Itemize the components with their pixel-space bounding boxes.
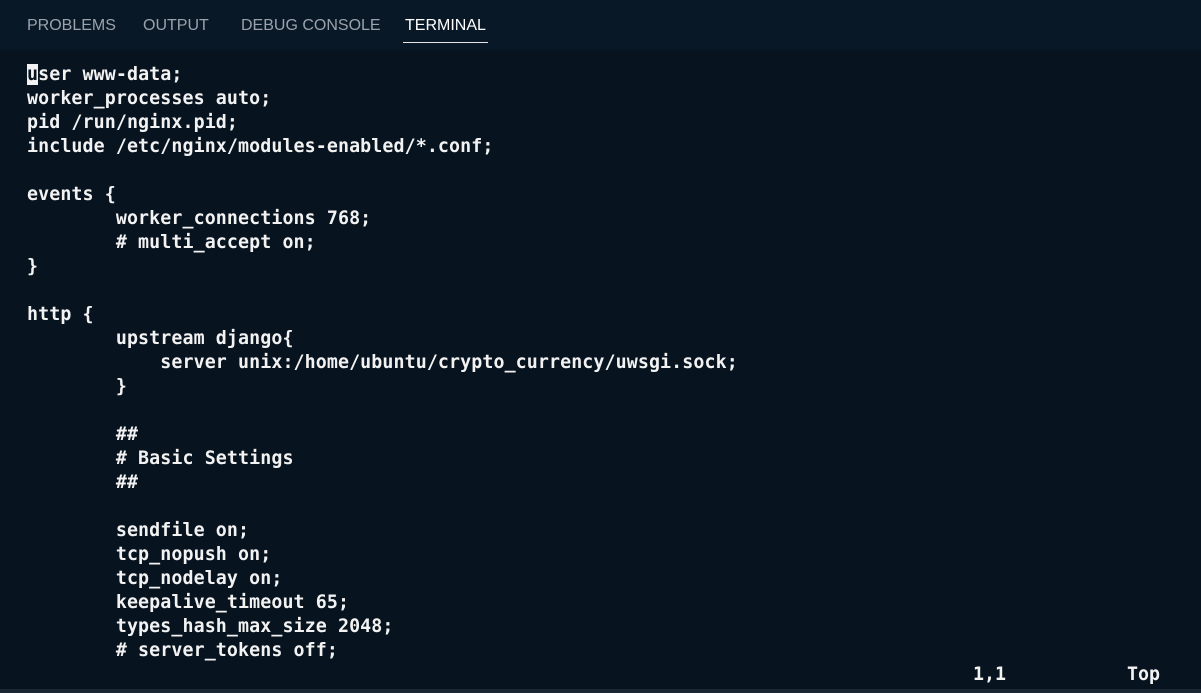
editor-line: tcp_nodelay on; <box>27 568 283 589</box>
scroll-position: Top <box>1127 664 1161 685</box>
editor-line: types_hash_max_size 2048; <box>27 616 394 637</box>
panel-tab-bar: PROBLEMS OUTPUT DEBUG CONSOLE TERMINAL <box>0 0 1201 50</box>
editor-line: upstream django{ <box>27 328 294 349</box>
terminal-panel: PROBLEMS OUTPUT DEBUG CONSOLE TERMINAL u… <box>0 0 1201 693</box>
tab-problems[interactable]: PROBLEMS <box>27 16 116 42</box>
editor-line: ## <box>27 424 139 445</box>
tab-terminal[interactable]: TERMINAL <box>403 16 488 43</box>
editor-line: worker_processes auto; <box>27 88 272 109</box>
editor-line: tcp_nopush on; <box>27 544 272 565</box>
editor-line: } <box>27 376 127 397</box>
cursor-position: 1,1 <box>973 664 1007 685</box>
editor-line: http { <box>27 304 94 325</box>
editor-line: # server_tokens off; <box>27 640 338 661</box>
editor-line: user www-data; <box>27 63 738 87</box>
editor-line: pid /run/nginx.pid; <box>27 112 239 133</box>
editor-line: # multi_accept on; <box>27 232 316 253</box>
tab-output[interactable]: OUTPUT <box>143 16 209 42</box>
editor-line: worker_connections 768; <box>27 208 372 229</box>
editor-line: sendfile on; <box>27 520 250 541</box>
tab-debug-console[interactable]: DEBUG CONSOLE <box>241 16 381 42</box>
editor-line: } <box>27 256 39 277</box>
terminal-output[interactable]: user www-data; worker_processes auto; pid… <box>0 50 1201 690</box>
editor-line: include /etc/nginx/modules-enabled/*.con… <box>27 136 494 157</box>
editor-line: server unix:/home/ubuntu/crypto_currency… <box>27 352 738 373</box>
bottom-divider <box>0 689 1201 693</box>
editor-lines: user www-data; worker_processes auto; pid… <box>27 63 738 663</box>
text-cursor: u <box>27 64 39 85</box>
editor-line: ## <box>27 472 139 493</box>
editor-line: keepalive_timeout 65; <box>27 592 350 613</box>
editor-line: # Basic Settings <box>27 448 294 469</box>
line-text: ser www-data; <box>38 64 183 85</box>
editor-line: events { <box>27 184 116 205</box>
